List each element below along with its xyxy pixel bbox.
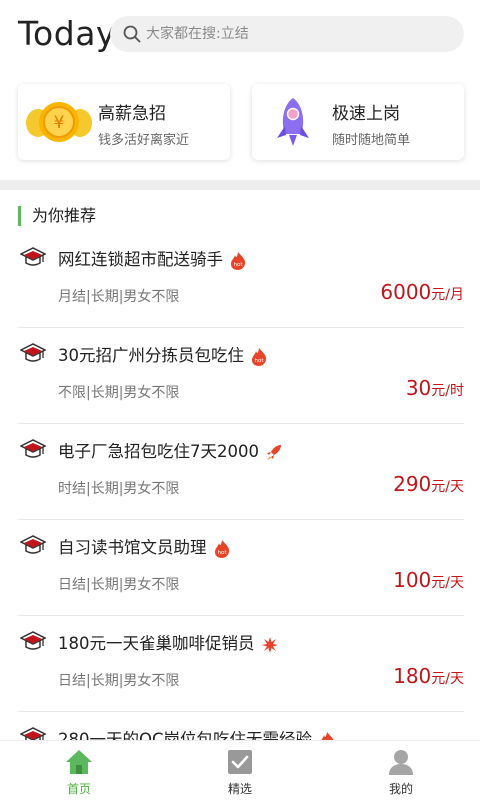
job-salary: 290元/天 <box>393 472 464 496</box>
svg-text:hot: hot <box>233 262 243 268</box>
rocket-badge-icon <box>267 444 281 460</box>
job-salary: 30元/时 <box>405 376 464 400</box>
job-tags: 时结|长期|男女不限 <box>58 481 180 497</box>
checkbox-icon <box>228 750 252 774</box>
job-tags: 日结|长期|男女不限 <box>58 577 180 593</box>
job-list: 网红连锁超市配送骑手 hot 月结|长期|男女不限 6000元/月 30元招广州分… <box>0 232 480 740</box>
svg-text:¥: ¥ <box>54 113 65 133</box>
job-title: 30元招广州分拣员包吃住 hot <box>58 342 268 367</box>
burst-badge-icon <box>261 636 278 653</box>
search-icon <box>123 25 141 43</box>
section-title: 为你推荐 <box>18 206 96 226</box>
graduation-cap-icon <box>20 727 46 740</box>
graduation-cap-icon <box>20 343 46 362</box>
coins-icon: ¥ <box>26 102 92 142</box>
job-title: 电子厂急招包吃住7天2000 <box>58 438 283 463</box>
job-item[interactable]: 30元招广州分拣员包吃住 hot 不限|长期|男女不限 30元/时 <box>0 328 480 424</box>
tab-mine[interactable]: 我的 <box>351 745 451 801</box>
job-title: 自习读书馆文员助理 hot <box>58 534 231 559</box>
card-fast-start[interactable]: 极速上岗 随时随地简单 <box>252 84 464 160</box>
job-tags: 月结|长期|男女不限 <box>58 289 180 305</box>
job-item[interactable]: 电子厂急招包吃住7天2000 时结|长期|男女不限 290元/天 <box>0 424 480 520</box>
search-input[interactable] <box>146 16 446 52</box>
tab-label: 首页 <box>66 782 91 796</box>
job-salary: 100元/天 <box>393 568 464 592</box>
graduation-cap-icon <box>20 535 46 554</box>
header: Today <box>0 0 480 72</box>
tab-picks[interactable]: 精选 <box>190 745 290 801</box>
rocket-icon <box>277 98 309 146</box>
svg-text:hot: hot <box>217 550 227 556</box>
graduation-cap-icon <box>20 631 46 650</box>
section-divider <box>0 180 480 190</box>
tab-home[interactable]: 首页 <box>29 745 129 801</box>
job-item[interactable]: 网红连锁超市配送骑手 hot 月结|长期|男女不限 6000元/月 <box>0 232 480 328</box>
job-title: 280一天的QC岗位包吃住无需经验hot <box>58 726 336 740</box>
hot-badge-icon: hot <box>320 731 334 740</box>
job-tags: 日结|长期|男女不限 <box>58 673 180 689</box>
card-subtitle: 随时随地简单 <box>332 133 411 148</box>
hot-badge-icon: hot <box>252 347 267 366</box>
job-item[interactable]: 自习读书馆文员助理 hot 日结|长期|男女不限 100元/天 <box>0 520 480 616</box>
job-tags: 不限|长期|男女不限 <box>58 385 180 401</box>
card-high-salary[interactable]: ¥ 高薪急招 钱多活好离家近 <box>18 84 230 160</box>
search-bar[interactable] <box>110 16 464 52</box>
tab-label: 精选 <box>227 782 252 796</box>
person-icon <box>389 750 413 775</box>
job-item[interactable]: 280一天的QC岗位包吃住无需经验hot <box>0 712 480 740</box>
job-title: 180元一天雀巢咖啡促销员 <box>58 630 279 655</box>
job-salary: 6000元/月 <box>380 280 464 304</box>
card-title: 高薪急招 <box>98 104 166 124</box>
graduation-cap-icon <box>20 439 46 458</box>
job-salary: 180元/天 <box>393 664 464 688</box>
bottom-tab-bar: 首页 精选 我的 <box>0 740 480 801</box>
job-title: 网红连锁超市配送骑手 hot <box>58 246 247 271</box>
tab-label: 我的 <box>388 782 413 796</box>
card-subtitle: 钱多活好离家近 <box>98 133 190 148</box>
home-icon <box>66 750 92 774</box>
graduation-cap-icon <box>20 247 46 266</box>
svg-text:hot: hot <box>254 358 264 364</box>
card-title: 极速上岗 <box>332 104 400 124</box>
hot-badge-icon: hot <box>231 251 246 270</box>
hot-badge-icon: hot <box>214 539 229 558</box>
app-logo: Today <box>18 14 116 53</box>
job-item[interactable]: 180元一天雀巢咖啡促销员 日结|长期|男女不限 180元/天 <box>0 616 480 712</box>
